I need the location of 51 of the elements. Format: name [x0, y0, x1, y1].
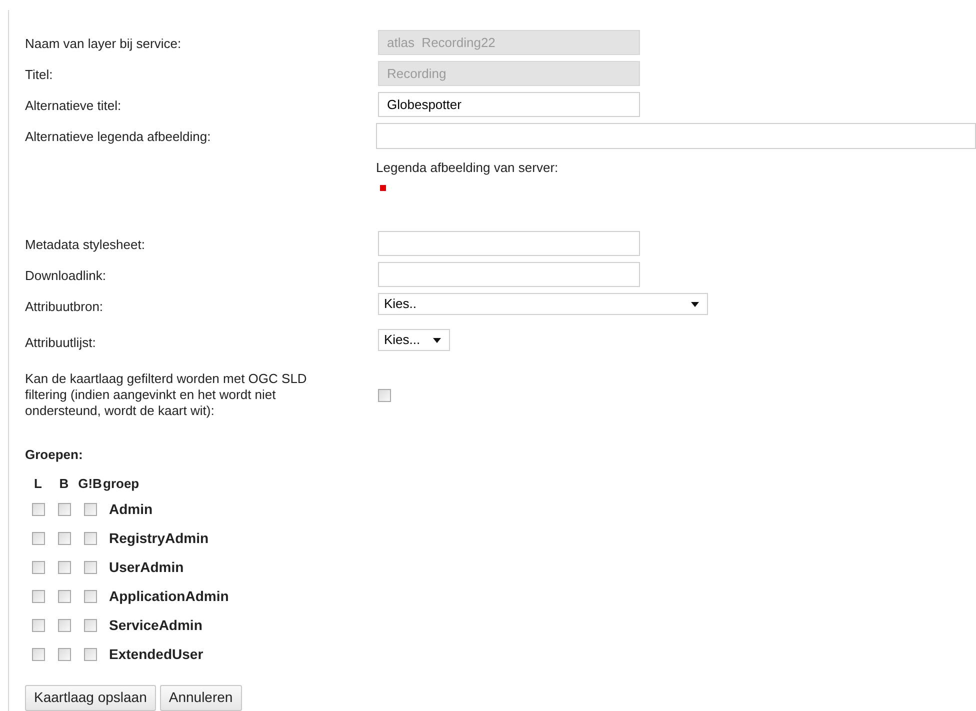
column-header: B [58, 474, 70, 493]
checkbox[interactable] [84, 590, 96, 602]
text-field[interactable] [378, 231, 640, 256]
checkbox[interactable] [58, 590, 70, 602]
checkbox[interactable] [32, 560, 44, 574]
group-name: ApplicationAdmin [109, 586, 229, 606]
checkbox[interactable] [32, 618, 44, 632]
checkbox[interactable] [84, 648, 96, 660]
group-name: RegistryAdmin [109, 528, 209, 548]
group-name: UserAdmin [109, 558, 184, 576]
column-header: L [33, 474, 43, 493]
checkbox[interactable] [84, 618, 96, 632]
field-label: Naam van layer bij service: [25, 35, 182, 53]
checkbox[interactable] [84, 532, 96, 544]
form-button[interactable]: Annuleren [160, 684, 242, 710]
field-label: Titel: [25, 66, 54, 84]
checkbox[interactable] [32, 648, 44, 660]
text-field[interactable] [376, 123, 976, 149]
dropdown[interactable]: Kies.. [378, 293, 708, 315]
field-label: Attribuutbron: [25, 298, 104, 316]
group-name: ServiceAdmin [109, 616, 202, 634]
text-field[interactable] [378, 262, 640, 287]
column-header: G!B [77, 474, 103, 493]
field-label: Kan de kaartlaag gefilterd worden met OGC SLD filtering (indien aangevinkt en het wordt niet ondersteund, wordt de kaart wit): [25, 371, 308, 419]
checkbox[interactable] [84, 560, 96, 574]
form-button[interactable]: Kaartlaag opslaan [25, 684, 156, 710]
legend-note: Legenda afbeelding van server: [376, 159, 560, 177]
text-field[interactable]: Globespotter [378, 92, 640, 117]
section-title: Groepen: [25, 446, 84, 464]
checkbox[interactable] [32, 532, 44, 544]
legend-swatch-icon [380, 184, 386, 190]
checkbox[interactable] [58, 618, 70, 632]
field-label: Downloadlink: [25, 267, 107, 285]
field-label: Alternatieve legenda afbeelding: [25, 128, 212, 146]
caret-icon [691, 302, 699, 306]
caret-icon [433, 338, 441, 342]
checkbox[interactable] [84, 502, 96, 516]
checkbox[interactable] [58, 648, 70, 660]
checkbox[interactable] [58, 532, 70, 544]
group-name: ExtendedUser [109, 644, 204, 664]
checkbox[interactable] [32, 502, 44, 516]
dropdown[interactable]: Kies... [378, 329, 450, 351]
checkbox[interactable] [32, 590, 44, 602]
group-name: Admin [109, 500, 153, 518]
field-label: Alternatieve titel: [25, 97, 122, 115]
field-label: Metadata stylesheet: [25, 236, 146, 254]
checkbox[interactable] [58, 502, 70, 516]
checkbox[interactable] [378, 388, 391, 402]
column-header: groep [103, 474, 140, 493]
field-label: Attribuutlijst: [25, 334, 97, 352]
checkbox[interactable] [58, 560, 70, 574]
